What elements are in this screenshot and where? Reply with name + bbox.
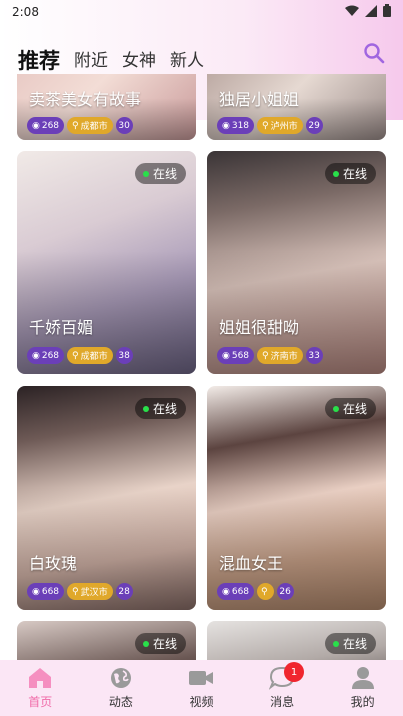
online-dot-icon [142,405,149,412]
city-badge: ⚲ 成都市 [67,117,113,134]
tab-nearby[interactable]: 附近 [74,48,108,74]
profile-card[interactable]: 在线 [207,621,386,660]
user-icon [351,667,374,689]
eye-icon: ◉ [32,120,40,131]
age-badge: 28 [115,583,133,600]
profile-card[interactable]: 在线 混血女王 ◉ 668 ⚲ 26 [207,386,386,610]
location-pin-icon: ⚲ [72,586,79,597]
eye-icon: ◉ [222,120,230,131]
age-badge: 26 [276,583,294,600]
nav-home[interactable]: 首页 [10,666,70,710]
online-dot-icon [142,640,149,647]
video-icon [189,671,214,685]
views-badge: ◉ 268 [27,347,65,364]
profile-badges: ◉ 668 ⚲ 26 [217,583,294,600]
eye-icon: ◉ [222,350,230,361]
age-badge: 33 [305,347,323,364]
age-badge: 29 [305,117,323,134]
online-status: 在线 [134,163,186,184]
status-time: 2:08 [12,5,39,19]
bottom-navigation: 首页 动态 视频 1 消息 我的 [0,660,403,716]
battery-icon [383,4,391,20]
nav-home-label: 首页 [28,695,53,709]
search-button[interactable] [363,42,385,64]
profile-name: 卖茶美女有故事 [29,90,142,109]
profile-badges: ◉ 668 ⚲ 武汉市 28 [27,583,133,600]
online-status: 在线 [324,163,376,184]
profile-card[interactable]: 在线 姐姐很甜呦 ◉ 568 ⚲ 济南市 33 [207,151,386,374]
signal-icon [365,4,377,20]
nav-profile[interactable]: 我的 [333,666,393,710]
profile-badges: ◉ 568 ⚲ 济南市 33 [217,347,323,364]
views-badge: ◉ 668 [217,583,255,600]
online-status: 在线 [134,633,186,654]
profile-card[interactable]: 在线 [17,621,196,660]
profile-badges: ◉ 268 ⚲ 成都市 30 [27,117,133,134]
profile-badges: ◉ 268 ⚲ 成都市 38 [27,347,133,364]
profile-name: 混血女王 [219,554,284,573]
eye-icon: ◉ [32,350,40,361]
location-pin-icon: ⚲ [262,350,269,361]
age-badge: 38 [115,347,133,364]
nav-video[interactable]: 视频 [171,666,231,710]
city-badge: ⚲ [257,583,274,600]
globe-icon [110,668,131,688]
category-tabs: 推荐 附近 女神 新人 [18,44,204,74]
profile-card[interactable]: 卖茶美女有故事 ◉ 268 ⚲ 成都市 30 [17,74,196,140]
online-status: 在线 [134,398,186,419]
status-bar: 2:08 [0,0,403,24]
views-badge: ◉ 318 [217,117,255,134]
unread-count-badge: 1 [284,662,305,682]
location-pin-icon: ⚲ [261,586,268,597]
nav-video-label: 视频 [189,695,214,709]
views-badge: ◉ 268 [27,117,65,134]
views-badge: ◉ 568 [217,347,255,364]
nav-messages-label: 消息 [270,695,295,709]
online-dot-icon [332,640,339,647]
age-badge: 30 [115,117,133,134]
location-pin-icon: ⚲ [72,120,79,131]
eye-icon: ◉ [222,586,230,597]
nav-messages[interactable]: 1 消息 [252,662,312,710]
profile-name: 独居小姐姐 [219,90,300,109]
profile-card[interactable]: 在线 白玫瑰 ◉ 668 ⚲ 武汉市 28 [17,386,196,610]
profile-feed[interactable]: 卖茶美女有故事 ◉ 268 ⚲ 成都市 30 独居小姐姐 ◉ 318 ⚲ 泸州市 29 … [0,74,403,660]
profile-name: 姐姐很甜呦 [219,318,300,337]
profile-badges: ◉ 318 ⚲ 泸州市 29 [217,117,323,134]
location-pin-icon: ⚲ [72,350,79,361]
online-dot-icon [142,170,149,177]
online-status: 在线 [324,633,376,654]
nav-profile-label: 我的 [350,695,375,709]
profile-name: 白玫瑰 [29,554,78,573]
online-status: 在线 [324,398,376,419]
city-badge: ⚲ 武汉市 [67,583,113,600]
city-badge: ⚲ 泸州市 [257,117,303,134]
tab-recommend[interactable]: 推荐 [18,48,60,74]
online-dot-icon [332,170,339,177]
profile-card[interactable]: 独居小姐姐 ◉ 318 ⚲ 泸州市 29 [207,74,386,140]
views-badge: ◉ 668 [27,583,65,600]
home-icon [29,668,52,688]
search-icon [364,43,385,64]
city-badge: ⚲ 成都市 [67,347,113,364]
profile-card[interactable]: 在线 千娇百媚 ◉ 268 ⚲ 成都市 38 [17,151,196,374]
city-badge: ⚲ 济南市 [257,347,303,364]
wifi-icon [345,5,359,20]
location-pin-icon: ⚲ [262,120,269,131]
nav-moments-label: 动态 [108,695,133,709]
nav-moments[interactable]: 动态 [91,666,151,710]
eye-icon: ◉ [32,586,40,597]
online-dot-icon [332,405,339,412]
tab-goddess[interactable]: 女神 [122,48,156,74]
profile-name: 千娇百媚 [29,318,94,337]
tab-newcomer[interactable]: 新人 [170,48,204,74]
